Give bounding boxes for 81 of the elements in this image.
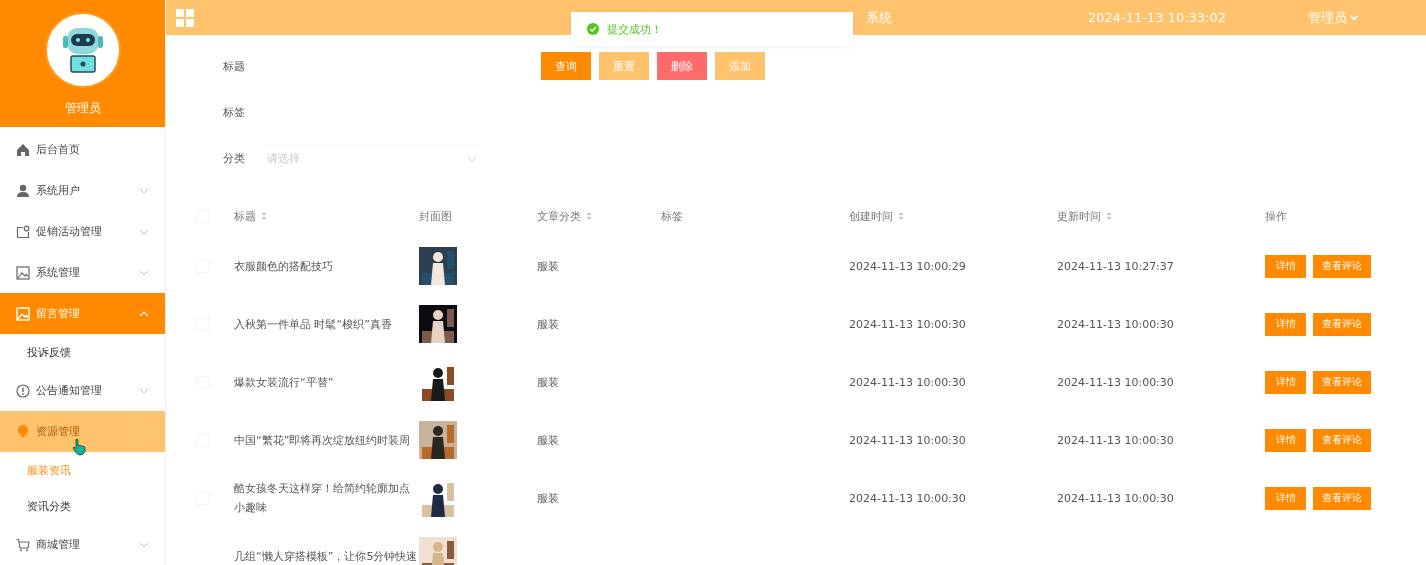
- check-circle-icon: [587, 23, 599, 35]
- details-button[interactable]: 详情: [1265, 312, 1306, 336]
- grid-menu-icon[interactable]: [176, 8, 194, 27]
- table-cell-text: 2024-11-13 10:27:37: [1057, 259, 1175, 273]
- info-icon: [16, 383, 30, 398]
- chevron-down-icon: [139, 269, 149, 276]
- action-button[interactable]: 添加: [715, 52, 765, 80]
- details-button[interactable]: 详情: [1265, 486, 1306, 510]
- table-cell-text: 服装: [537, 374, 560, 390]
- table-cell-text: 2024-11-13 10:00:30: [849, 491, 967, 505]
- table-cell-text: 服装: [537, 316, 560, 332]
- chevron-down-icon: [139, 187, 149, 194]
- view-comments-button[interactable]: 查看评论: [1313, 254, 1371, 278]
- sidebar-submenu-item[interactable]: 资讯分类: [0, 488, 165, 524]
- table-cell-text: 2024-11-13 10:00:30: [849, 317, 967, 331]
- sidebar-menu-item[interactable]: 留言管理: [0, 293, 165, 334]
- details-button[interactable]: 详情: [1265, 428, 1306, 452]
- chevron-down-icon: [139, 541, 149, 548]
- field-label: 标题: [223, 58, 246, 74]
- table-cell-text: 2024-11-13 10:00:30: [1057, 491, 1175, 505]
- user-name: 管理员: [64, 100, 101, 117]
- action-button[interactable]: 查询: [541, 52, 591, 80]
- table-cell-text: 2024-11-13 10:00:29: [849, 259, 967, 273]
- chevron-down-icon: [139, 228, 149, 235]
- sidebar-menu-item[interactable]: 商城管理: [0, 524, 165, 565]
- caret-down-icon: [1350, 15, 1358, 20]
- location-pin-icon: [16, 424, 30, 439]
- column-header: 封面图: [419, 208, 452, 224]
- chevron-down-icon: [139, 387, 149, 394]
- table-cell-text: 中国“繁花”即将再次绽放纽约时装周: [234, 432, 412, 449]
- sidebar-submenu-item[interactable]: 服装资讯: [0, 452, 165, 488]
- table-cell-text: 2024-11-13 10:00:30: [1057, 375, 1175, 389]
- column-header: 操作: [1265, 208, 1287, 224]
- column-header: 标题: [234, 208, 256, 225]
- column-header: 文章分类: [537, 208, 581, 224]
- hand-pointer-icon: [72, 438, 86, 456]
- cart-icon: [16, 537, 30, 552]
- system-title: 系统: [866, 8, 892, 27]
- sidebar-menu-item[interactable]: 促销活动管理: [0, 211, 165, 252]
- view-comments-button[interactable]: 查看评论: [1313, 428, 1371, 452]
- action-button[interactable]: 删除: [657, 52, 707, 80]
- table-cell-text: 服装: [537, 490, 560, 506]
- table-cell-text: 入秋第一件单品 时髦“梭织”真香: [234, 316, 393, 333]
- view-comments-button[interactable]: 查看评论: [1313, 486, 1371, 510]
- sidebar-menu-item[interactable]: 公告通知管理: [0, 370, 165, 411]
- image-icon: [16, 265, 30, 280]
- table-cell-text: 衣服颜色的搭配技巧: [234, 258, 334, 275]
- table-cell-text: 几组“懒人穿搭模板”，让你5分钟快速: [234, 548, 419, 565]
- details-button[interactable]: 详情: [1265, 370, 1306, 394]
- toast-message: 提交成功！: [607, 21, 662, 37]
- sidebar-submenu-item[interactable]: 投诉反馈: [0, 334, 165, 370]
- field-label: 标签: [223, 104, 246, 120]
- table-cell-text: 服装: [537, 432, 560, 448]
- date-time: 2024-11-13 10:33:02: [1087, 10, 1226, 25]
- view-comments-button[interactable]: 查看评论: [1313, 370, 1371, 394]
- table-cell-text: 服装: [537, 258, 560, 274]
- view-comments-button[interactable]: 查看评论: [1313, 312, 1371, 336]
- action-button[interactable]: 重置: [599, 52, 649, 80]
- robot-avatar-icon: [44, 12, 121, 88]
- table-cell-text: 2024-11-13 10:00:30: [849, 375, 967, 389]
- sidebar-menu-item[interactable]: 后台首页: [0, 129, 165, 170]
- chevron-up-icon: [139, 428, 149, 435]
- chevron-up-icon: [139, 310, 149, 317]
- user-menu[interactable]: 管理员: [1308, 8, 1358, 27]
- column-header: 创建时间: [849, 208, 893, 224]
- table-cell-text: 爆款女装流行“平替”: [234, 374, 335, 391]
- table-cell-text: 2024-11-13 10:00:30: [849, 433, 967, 447]
- sidebar-menu-item[interactable]: 系统管理: [0, 252, 165, 293]
- sidebar-menu-item[interactable]: 系统用户: [0, 170, 165, 211]
- user-icon: [16, 183, 30, 198]
- table-cell-text: 2024-11-13 10:00:30: [1057, 317, 1175, 331]
- details-button[interactable]: 详情: [1265, 254, 1306, 278]
- table-cell-text: 2024-11-13 10:00:30: [1057, 433, 1175, 447]
- column-header: 更新时间: [1057, 208, 1101, 224]
- field-label: 分类: [223, 150, 246, 166]
- document-icon: [16, 224, 30, 239]
- home-icon: [16, 142, 30, 157]
- table-cell-text: 酷女孩冬天这样穿！给简约轮廓加点小趣味: [234, 481, 411, 516]
- column-header: 标签: [661, 208, 683, 224]
- chevron-down-icon: [467, 155, 477, 162]
- image-icon: [16, 306, 30, 321]
